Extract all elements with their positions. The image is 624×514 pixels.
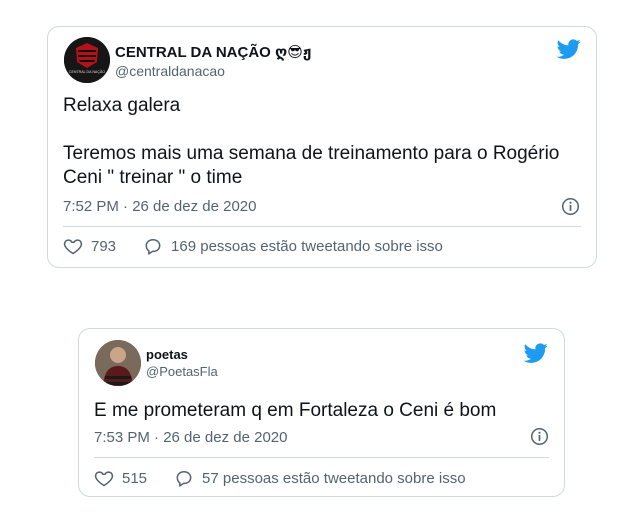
like-count: 515 (122, 469, 148, 487)
tweet-timestamp[interactable]: 7:52 PM · 26 de dez de 2020 (63, 198, 256, 215)
tweet-text: Relaxa galera ​ Teremos mais uma semana … (63, 94, 573, 190)
tweet-text-line: Teremos mais uma semana de treinamento p… (63, 143, 565, 188)
avatar-caption: CENTRAL DA NAÇÃO (69, 69, 105, 74)
avatar[interactable]: CENTRAL DA NAÇÃO (64, 37, 110, 83)
tweet-text: E me prometeram q em Fortaleza o Ceni é … (94, 399, 554, 423)
like-count: 793 (91, 237, 117, 255)
info-icon[interactable] (530, 427, 549, 446)
reply-bubble-icon (176, 471, 192, 487)
twitter-bird-icon[interactable] (523, 341, 549, 365)
divider (63, 226, 581, 227)
reply-bubble-icon (145, 239, 161, 255)
like-button[interactable]: 515 (94, 468, 147, 488)
display-name[interactable]: CENTRAL DA NAÇÃO ღ😎ჟ (115, 43, 311, 61)
tweet-timestamp[interactable]: 7:53 PM · 26 de dez de 2020 (94, 429, 287, 446)
info-icon[interactable] (561, 197, 580, 216)
embedded-tweet[interactable]: poetas @PoetasFla E me prometeram q em F… (78, 328, 565, 497)
embedded-tweet[interactable]: CENTRAL DA NAÇÃO CENTRAL DA NAÇÃO ღ😎ჟ @c… (47, 26, 597, 268)
user-handle[interactable]: @centraldanacao (115, 63, 225, 79)
tweet-text-line: E me prometeram q em Fortaleza o Ceni é … (94, 400, 497, 421)
conversation-link[interactable]: 57 pessoas estão tweetando sobre isso (174, 468, 466, 488)
avatar[interactable] (95, 340, 141, 386)
twitter-bird-icon[interactable] (556, 37, 582, 61)
heart-icon (63, 239, 83, 255)
divider (94, 457, 549, 458)
tweet-text-line: Relaxa galera (63, 95, 181, 116)
avatar-logo: CENTRAL DA NAÇÃO (64, 37, 110, 83)
like-button[interactable]: 793 (63, 236, 116, 256)
avatar-photo (95, 340, 141, 386)
tweet-text-line: ​ (63, 118, 573, 142)
talking-count: 57 pessoas estão tweetando sobre isso (202, 469, 466, 487)
tweet-actions: 515 57 pessoas estão tweetando sobre iss… (94, 468, 466, 488)
display-name[interactable]: poetas (146, 347, 188, 362)
talking-count: 169 pessoas estão tweetando sobre isso (171, 237, 443, 255)
tweet-actions: 793 169 pessoas estão tweetando sobre is… (63, 236, 443, 256)
user-handle[interactable]: @PoetasFla (146, 364, 218, 379)
heart-icon (94, 471, 114, 487)
conversation-link[interactable]: 169 pessoas estão tweetando sobre isso (143, 236, 443, 256)
